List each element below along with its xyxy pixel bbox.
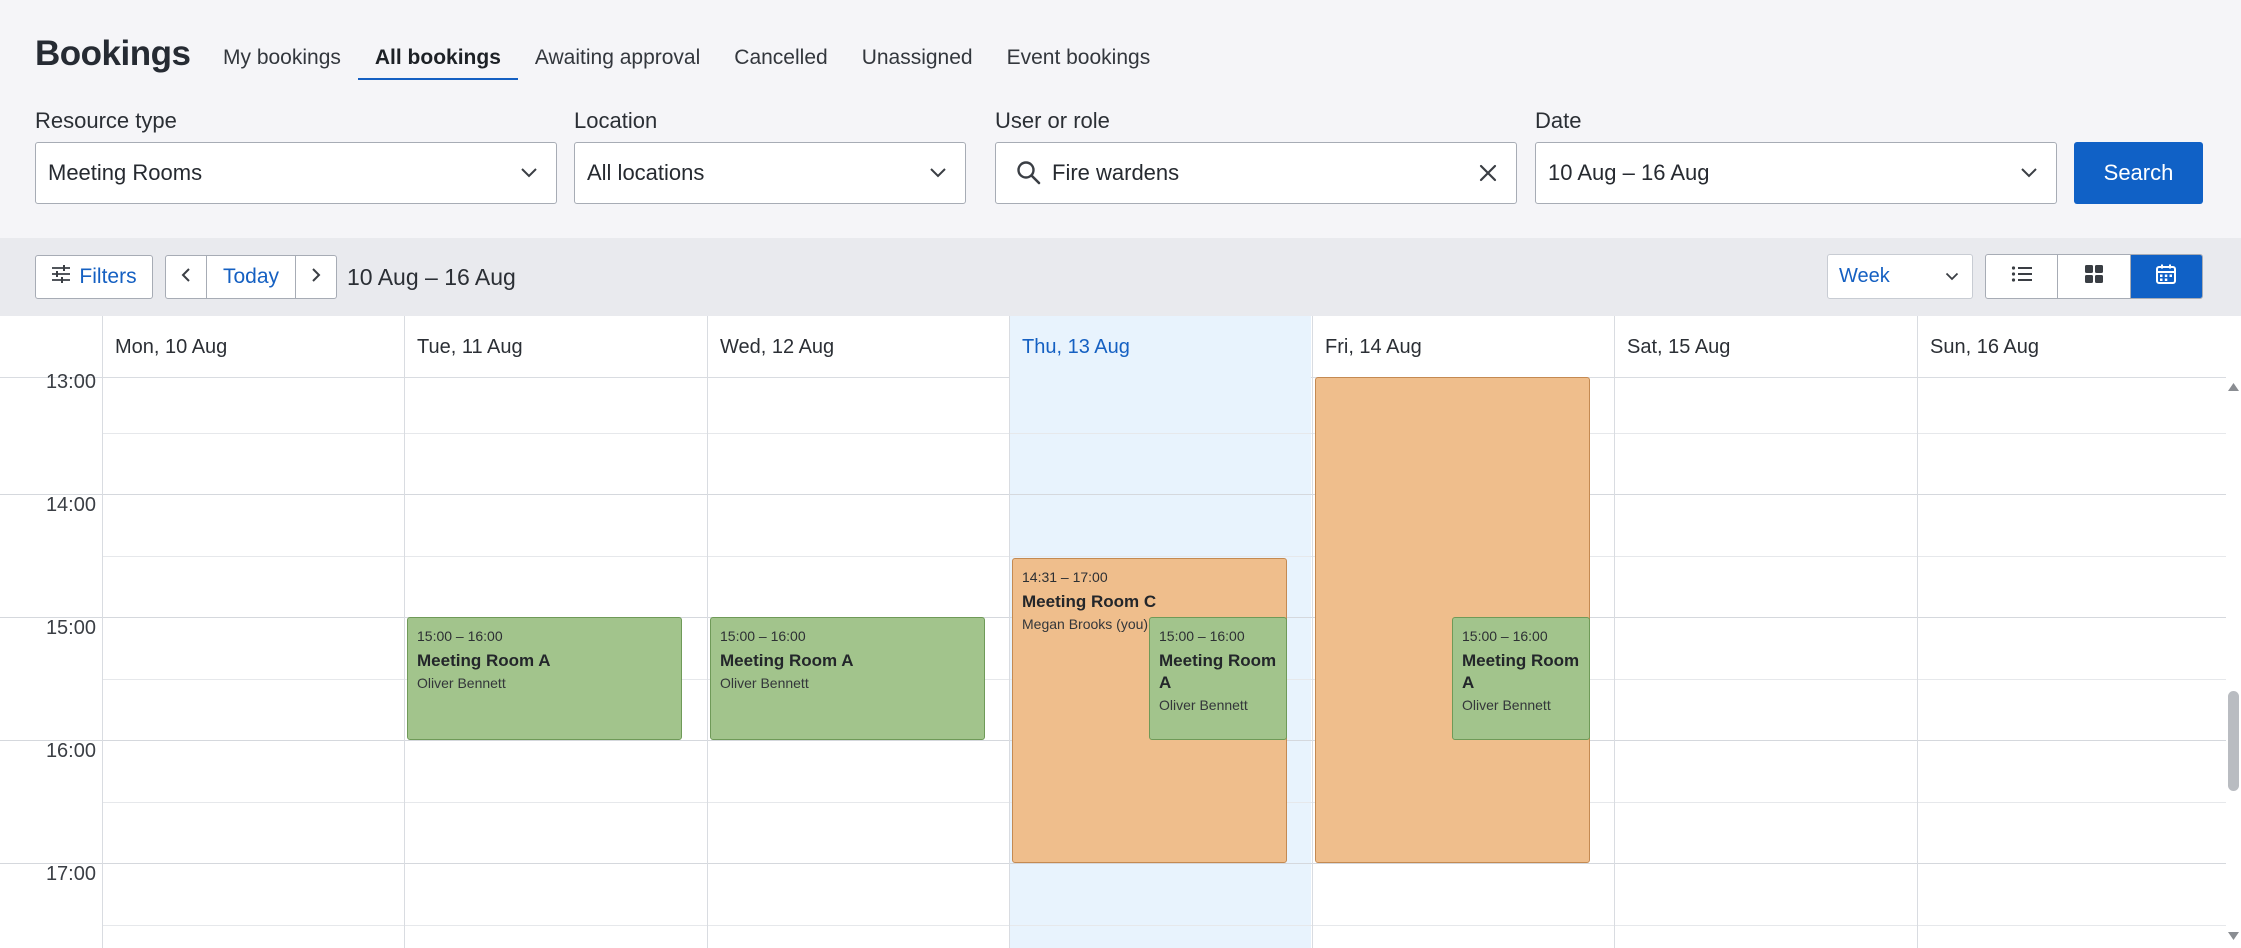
location-label: Location (574, 108, 658, 133)
resource-type-value: Meeting Rooms (48, 160, 203, 185)
user-or-role-value: Fire wardens (1052, 160, 1180, 185)
today-button[interactable]: Today (206, 255, 296, 299)
list-view-button[interactable] (1986, 255, 2057, 298)
list-icon (2011, 265, 2033, 288)
day-header-wed-12-aug: Wed, 12 Aug (707, 316, 1009, 378)
chevron-down-icon (1932, 255, 1972, 298)
user-or-role-input[interactable]: Fire wardens (995, 142, 1517, 204)
half-hour-gridline (102, 924, 2226, 926)
view-toggle (1985, 254, 2203, 299)
location-select[interactable]: All locations (574, 142, 966, 204)
event-title: Meeting Room A (720, 651, 854, 670)
date-value: 10 Aug – 16 Aug (1548, 160, 1710, 185)
day-column-divider (404, 378, 405, 948)
tab-my-bookings[interactable]: My bookings (206, 38, 358, 81)
chevron-right-icon (311, 265, 321, 289)
calendar-icon (2155, 263, 2177, 290)
chevron-down-icon (2002, 143, 2056, 203)
half-hour-gridline (102, 432, 2226, 434)
chevron-down-icon (502, 143, 556, 203)
time-label: 17:00 (45, 863, 96, 885)
previous-week-button[interactable] (165, 255, 207, 299)
resource-type-label: Resource type (35, 108, 177, 133)
filters-button[interactable]: Filters (35, 255, 153, 299)
date-range-label: 10 Aug – 16 Aug (347, 264, 516, 290)
time-label: 15:00 (45, 617, 96, 639)
event-title: Meeting Room A (1462, 651, 1580, 692)
scrollbar-thumb[interactable] (2228, 691, 2239, 791)
event-title: Meeting Room A (1159, 651, 1277, 692)
day-header-tue-11-aug: Tue, 11 Aug (404, 316, 706, 378)
scroll-up-icon[interactable] (2227, 380, 2240, 394)
view-select-value: Week (1839, 265, 1890, 287)
booking-event[interactable]: 15:00 – 16:00 Meeting Room A Oliver Bennet… (710, 617, 985, 740)
hour-gridline (0, 494, 2226, 495)
day-headers: Mon, 10 Aug Tue, 11 Aug Wed, 12 Aug Thu, 13… (0, 316, 2226, 378)
day-column-divider (707, 378, 708, 948)
sliders-icon (51, 265, 71, 289)
day-column-divider (102, 378, 103, 948)
event-time: 15:00 – 16:00 (1462, 628, 1548, 644)
event-person: Oliver Bennett (720, 675, 809, 691)
date-label: Date (1535, 108, 1582, 133)
tab-unassigned[interactable]: Unassigned (845, 38, 990, 81)
grid-view-button[interactable] (2057, 255, 2129, 298)
day-column-divider (1009, 378, 1010, 948)
time-label: 16:00 (45, 740, 96, 762)
event-time: 14:31 – 17:00 (1022, 568, 1108, 585)
user-or-role-label: User or role (995, 108, 1110, 133)
booking-event[interactable]: 15:00 – 16:00 Meeting Room A Oliver Bennet… (1149, 617, 1287, 740)
time-label: 14:00 (45, 494, 96, 516)
event-time: 15:00 – 16:00 (417, 628, 503, 644)
booking-event[interactable]: 15:00 – 16:00 Meeting Room A Oliver Bennet… (1452, 617, 1590, 740)
event-time: 15:00 – 16:00 (1159, 628, 1245, 644)
event-person: Oliver Bennett (1159, 697, 1248, 713)
next-week-button[interactable] (295, 255, 337, 299)
page-header: Bookings My bookings All bookings Awaiti… (0, 0, 2241, 238)
scroll-down-icon[interactable] (2227, 929, 2240, 943)
calendar-grid: 13:00 14:00 15:00 16:00 17:00 15:00 – 16:00 Me… (0, 371, 2226, 948)
search-button[interactable]: Search (2074, 142, 2203, 204)
event-time: 15:00 – 16:00 (720, 628, 806, 644)
booking-event[interactable]: 15:00 – 16:00 Meeting Room A Oliver Bennet… (407, 617, 682, 740)
day-column-divider (1917, 378, 1918, 948)
search-icon (996, 143, 1042, 203)
day-header-mon-10-aug: Mon, 10 Aug (102, 316, 404, 378)
event-person: Oliver Bennett (1462, 697, 1551, 713)
day-header-fri-14-aug: Fri, 14 Aug (1312, 316, 1614, 378)
chevron-left-icon (181, 265, 191, 289)
grid-icon (2084, 264, 2104, 289)
calendar-toolbar: Filters Today 10 Aug – 16 Aug Week (0, 238, 2241, 316)
chevron-down-icon (911, 143, 965, 203)
close-icon[interactable] (1460, 143, 1516, 203)
hour-gridline (0, 863, 2226, 864)
day-column-divider (1312, 378, 1313, 948)
half-hour-gridline (102, 555, 2226, 557)
page-title: Bookings (35, 34, 191, 73)
location-value: All locations (587, 160, 705, 185)
day-column-divider (1614, 378, 1615, 948)
tab-event-bookings[interactable]: Event bookings (990, 38, 1168, 81)
calendar-view-button[interactable] (2129, 255, 2202, 298)
time-label: 13:00 (45, 371, 96, 393)
event-title: Meeting Room A (417, 651, 551, 670)
tab-awaiting-approval[interactable]: Awaiting approval (518, 38, 717, 81)
calendar-scrollbar[interactable] (2226, 378, 2241, 948)
tab-all-bookings[interactable]: All bookings (357, 38, 518, 81)
booking-tabs: My bookings All bookings Awaiting approv… (206, 38, 1167, 81)
filters-label: Filters (79, 265, 137, 288)
event-person: Oliver Bennett (417, 675, 506, 691)
tab-cancelled[interactable]: Cancelled (717, 38, 844, 81)
event-title: Meeting Room C (1022, 591, 1157, 611)
day-header-sun-16-aug: Sun, 16 Aug (1917, 316, 2226, 378)
view-select[interactable]: Week (1827, 254, 1973, 299)
date-select[interactable]: 10 Aug – 16 Aug (1535, 142, 2057, 204)
day-header-thu-13-aug: Thu, 13 Aug (1009, 316, 1311, 378)
day-header-sat-15-aug: Sat, 15 Aug (1614, 316, 1916, 378)
week-calendar: Mon, 10 Aug Tue, 11 Aug Wed, 12 Aug Thu, 13… (0, 316, 2241, 948)
resource-type-select[interactable]: Meeting Rooms (35, 142, 557, 204)
